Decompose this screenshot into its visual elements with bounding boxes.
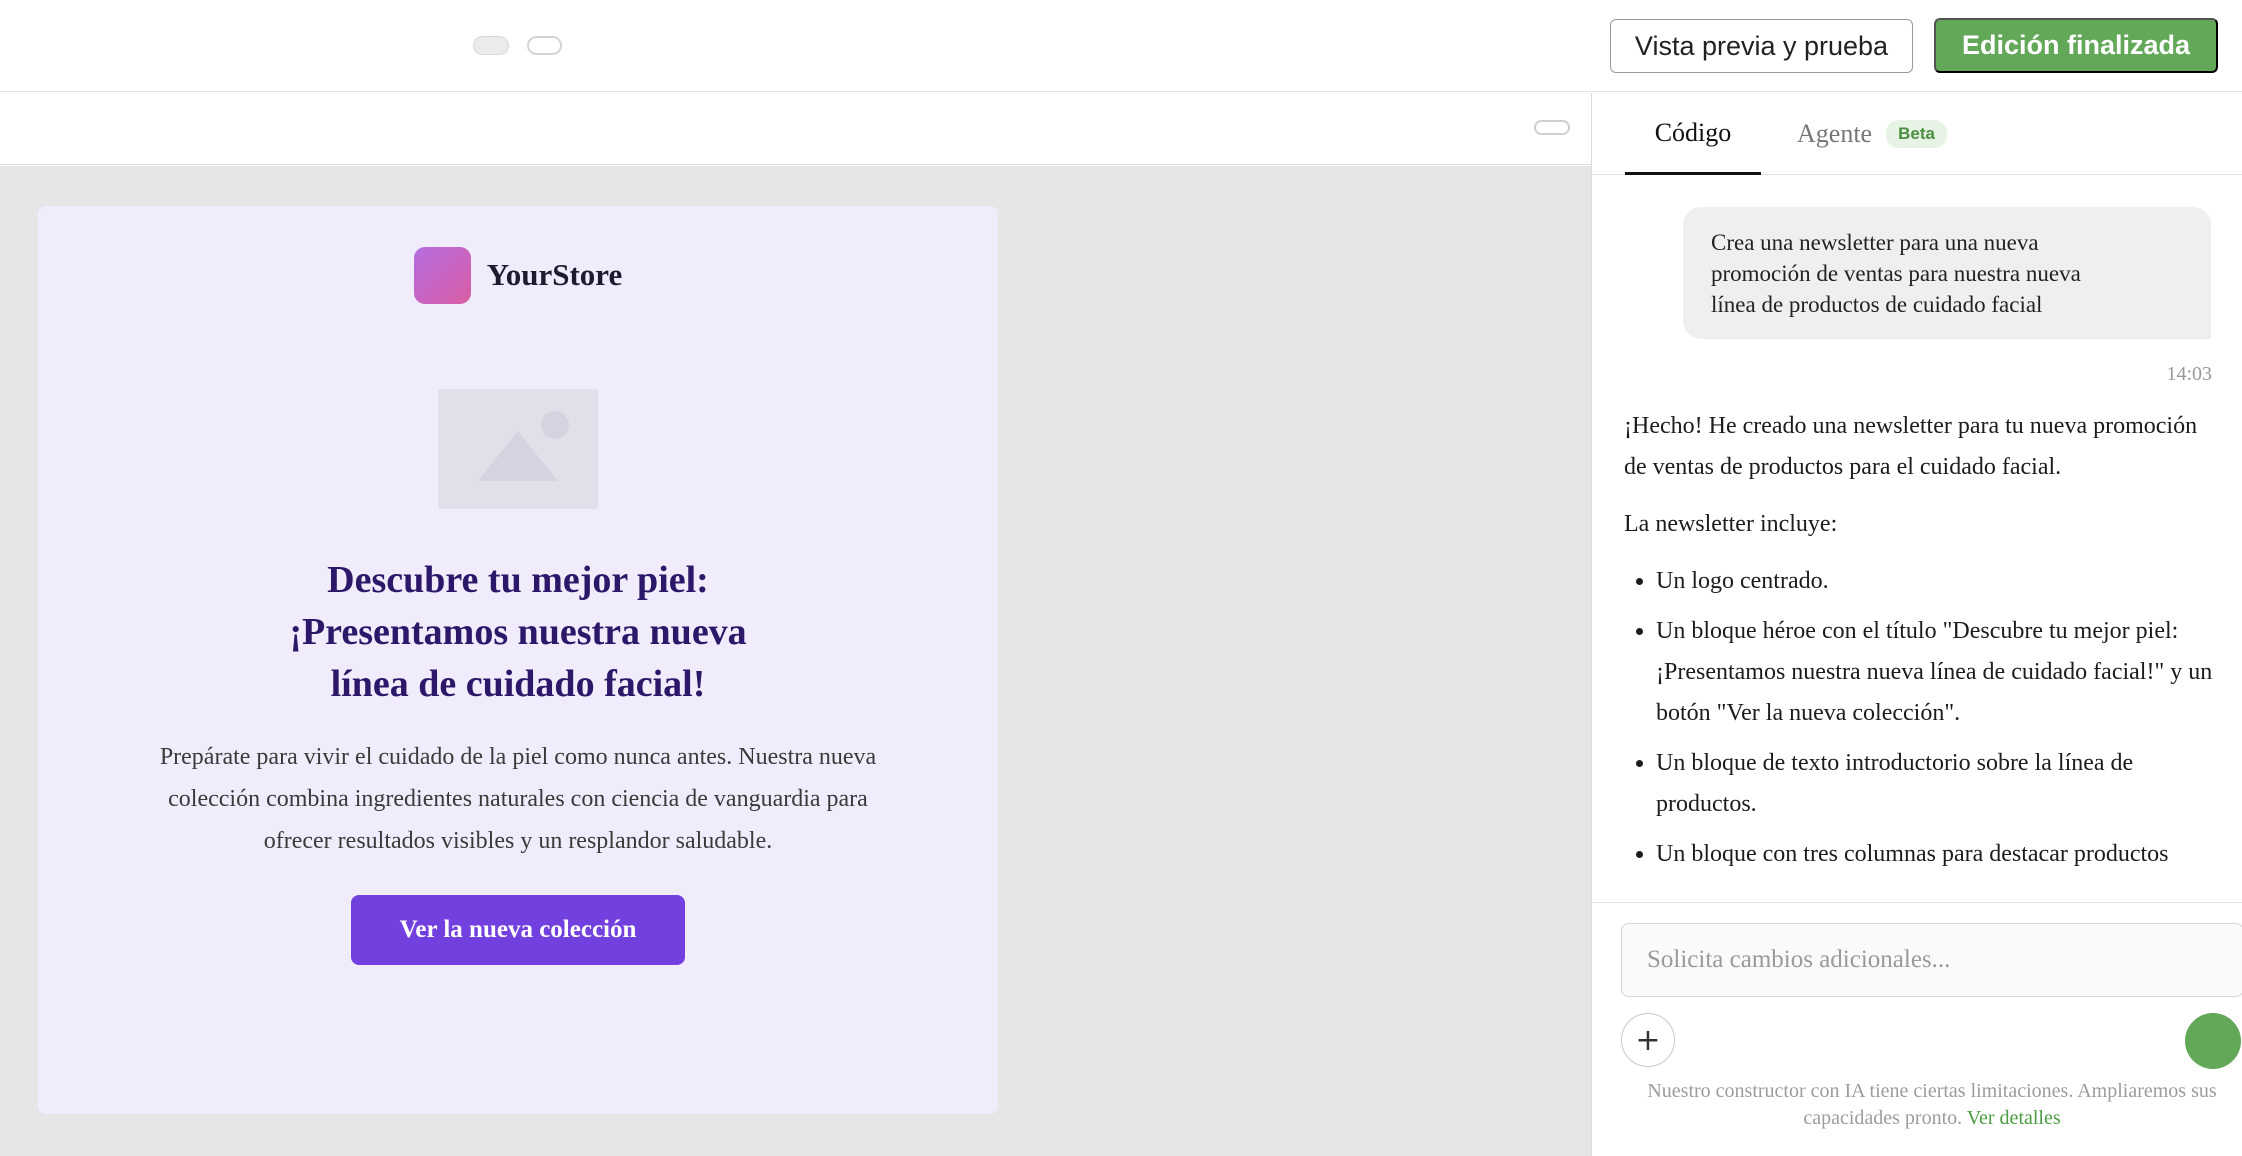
logo-block[interactable]: YourStore xyxy=(38,246,998,304)
beta-badge: Beta xyxy=(1886,120,1947,148)
list-item: Un bloque de texto introductorio sobre l… xyxy=(1656,743,2224,825)
ai-assistant-panel: Código Agente Beta Crea una newsletter p… xyxy=(1591,93,2242,1156)
reply-list-title: La newsletter incluye: xyxy=(1624,511,1838,537)
plus-icon[interactable]: + xyxy=(1621,1013,1675,1067)
list-item: Un bloque con tres columnas para destaca… xyxy=(1656,834,2224,875)
view-collection-button[interactable]: Ver la nueva colección xyxy=(351,895,685,965)
message-timestamp: 14:03 xyxy=(2166,363,2212,385)
ai-limitations-note: Nuestro constructor con IA tiene ciertas… xyxy=(1622,1078,2242,1132)
logo-mark xyxy=(413,246,471,304)
intro-line: Prepárate para vivir el cuidado de la pi… xyxy=(159,744,877,770)
brand-name: YourStore xyxy=(486,257,623,292)
toggle-pill-right[interactable] xyxy=(527,36,562,55)
tab-agent[interactable]: Agente Beta xyxy=(1797,93,1947,175)
headline-line: línea de cuidado facial! xyxy=(330,663,706,705)
list-item: Un logo centrado. xyxy=(1656,561,2224,602)
user-message-line: Crea una newsletter para una nueva xyxy=(1711,230,2039,255)
headline-line: Descubre tu mejor piel: xyxy=(327,559,709,601)
assistant-message: ¡Hecho! He creado una newsletter para tu… xyxy=(1624,406,2224,884)
reply-list: Un logo centrado. Un bloque héroe con el… xyxy=(1624,561,2224,875)
editor-canvas: YourStore Descubre tu mejor piel: ¡Prese… xyxy=(0,166,1591,1156)
image-placeholder-icon[interactable] xyxy=(438,389,598,509)
top-bar: Vista previa y prueba Edición finalizada xyxy=(0,0,2242,92)
tab-agent-label: Agente xyxy=(1797,119,1873,148)
intro-line: ofrecer resultados visibles y un resplan… xyxy=(263,828,773,854)
footnote-text: Nuestro constructor con IA tiene ciertas… xyxy=(1647,1080,2217,1129)
user-message: Crea una newsletter para una nueva promo… xyxy=(1683,207,2211,339)
message-composer xyxy=(1621,923,2242,997)
view-details-link[interactable]: Ver detalles xyxy=(1967,1107,2061,1129)
send-icon[interactable] xyxy=(2185,1013,2241,1069)
chat-history[interactable]: Crea una newsletter para una nueva promo… xyxy=(1592,176,2242,903)
user-message-line: promoción de ventas para nuestra nueva xyxy=(1711,261,2081,286)
headline-line: ¡Presentamos nuestra nueva xyxy=(289,611,747,653)
toolbar-toggle-pill[interactable] xyxy=(1534,120,1570,135)
email-preview[interactable]: YourStore Descubre tu mejor piel: ¡Prese… xyxy=(38,206,998,1114)
tab-code[interactable]: Código xyxy=(1625,93,1761,175)
intro-text[interactable]: Prepárate para vivir el cuidado de la pi… xyxy=(118,736,918,862)
panel-tabs: Código Agente Beta xyxy=(1592,93,2242,175)
image-placeholder-graphic xyxy=(438,389,598,509)
list-item: Un bloque héroe con el título "Descubre … xyxy=(1656,611,2224,734)
toggle-pill-left[interactable] xyxy=(473,36,509,55)
intro-line: colección combina ingredientes naturales… xyxy=(168,786,868,812)
change-request-input[interactable] xyxy=(1647,946,2207,974)
reply-intro: ¡Hecho! He creado una newsletter para tu… xyxy=(1624,413,2198,480)
hero-headline[interactable]: Descubre tu mejor piel: ¡Presentamos nue… xyxy=(38,554,998,710)
finish-editing-button[interactable]: Edición finalizada xyxy=(1934,18,2218,73)
preview-and-test-button[interactable]: Vista previa y prueba xyxy=(1610,19,1913,73)
editor-toolbar xyxy=(0,93,1591,165)
user-message-line: línea de productos de cuidado facial xyxy=(1711,292,2043,317)
